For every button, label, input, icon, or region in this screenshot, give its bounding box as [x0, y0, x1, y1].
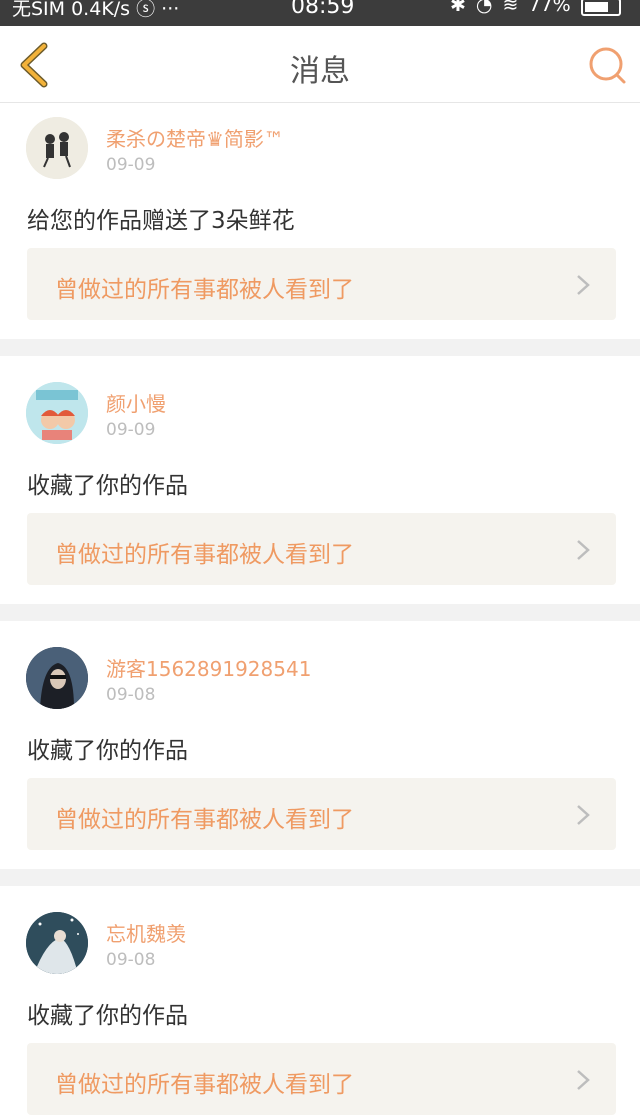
chevron-right-icon — [577, 805, 590, 825]
message-card: 颜小慢 09-09 收藏了你的作品 曾做过的所有事都被人看到了 — [0, 356, 640, 604]
message-action: 给您的作品赠送了3朵鲜花 — [27, 208, 295, 234]
username[interactable]: 游客1562891928541 — [106, 653, 311, 682]
chevron-right-icon — [577, 540, 590, 560]
avatar-image — [26, 382, 88, 444]
status-icons: ✱ ◔ ≋ 77% — [450, 0, 621, 16]
wifi-icon: ≋ — [502, 0, 519, 16]
battery-level — [584, 2, 609, 12]
search-button[interactable] — [586, 44, 630, 88]
message-card: 游客1562891928541 09-08 收藏了你的作品 曾做过的所有事都被人… — [0, 621, 640, 869]
work-link[interactable]: 曾做过的所有事都被人看到了 — [27, 248, 616, 320]
work-link[interactable]: 曾做过的所有事都被人看到了 — [27, 778, 616, 850]
avatar[interactable] — [26, 912, 88, 974]
username[interactable]: 颜小慢 — [106, 388, 166, 417]
bluetooth-icon: ✱ — [450, 0, 466, 16]
avatar[interactable] — [26, 647, 88, 709]
message-card: 柔杀の楚帝♛简影™ 09-09 给您的作品赠送了3朵鲜花 曾做过的所有事都被人看… — [0, 103, 640, 339]
search-icon — [589, 47, 626, 84]
message-action: 收藏了你的作品 — [27, 1003, 188, 1029]
message-date: 09-08 — [106, 685, 156, 705]
work-title: 曾做过的所有事都被人看到了 — [55, 807, 354, 833]
clock: 08:59 — [291, 0, 355, 19]
work-title: 曾做过的所有事都被人看到了 — [55, 542, 354, 568]
message-action: 收藏了你的作品 — [27, 738, 188, 764]
work-title: 曾做过的所有事都被人看到了 — [55, 277, 354, 303]
chevron-right-icon — [577, 1070, 590, 1090]
avatar-image — [26, 117, 88, 179]
message-action: 收藏了你的作品 — [27, 473, 188, 499]
battery-percent: 77% — [528, 0, 571, 16]
battery-icon — [580, 0, 621, 16]
message-date: 09-08 — [106, 950, 156, 970]
message-date: 09-09 — [106, 155, 156, 175]
username[interactable]: 柔杀の楚帝♛简影™ — [106, 123, 284, 152]
avatar[interactable] — [26, 382, 88, 444]
status-bar: 无SIM 0.4K/s ⓢ ··· 08:59 ✱ ◔ ≋ 77% — [0, 0, 640, 26]
username[interactable]: 忘机魏羡 — [106, 918, 186, 947]
message-date: 09-09 — [106, 420, 156, 440]
chevron-right-icon — [577, 275, 590, 295]
alarm-icon: ◔ — [475, 0, 493, 16]
avatar[interactable] — [26, 117, 88, 179]
work-link[interactable]: 曾做过的所有事都被人看到了 — [27, 513, 616, 585]
avatar-image — [26, 647, 88, 709]
carrier-network-status: 无SIM 0.4K/s ⓢ ··· — [12, 0, 180, 20]
message-card: 忘机魏羡 09-08 收藏了你的作品 曾做过的所有事都被人看到了 — [0, 886, 640, 1118]
page-title: 消息 — [290, 54, 350, 89]
work-title: 曾做过的所有事都被人看到了 — [55, 1072, 354, 1098]
work-link[interactable]: 曾做过的所有事都被人看到了 — [27, 1043, 616, 1115]
navigation-bar: 消息 — [0, 26, 640, 103]
avatar-image — [26, 912, 88, 974]
